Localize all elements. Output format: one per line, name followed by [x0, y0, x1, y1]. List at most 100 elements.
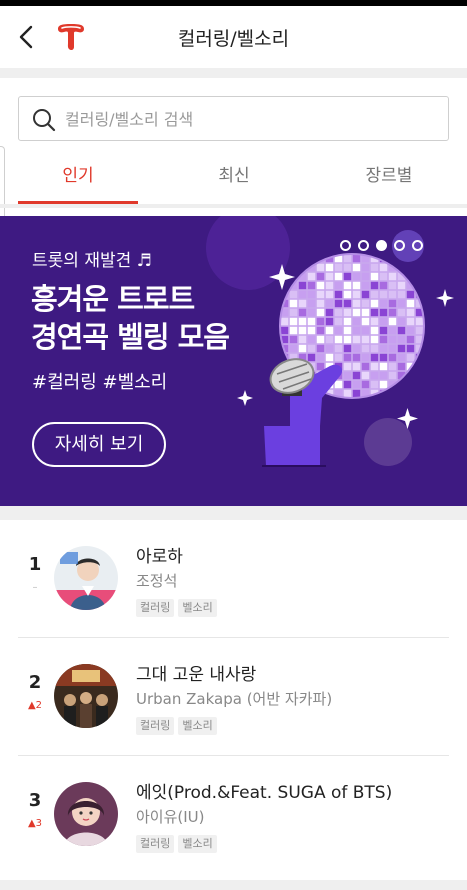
view-details-button[interactable]: 자세히 보기: [32, 422, 166, 467]
disco-ball-tile: [343, 380, 352, 389]
disco-ball-tile: [415, 317, 424, 326]
disco-ball-tile: [352, 389, 361, 398]
disco-ball-tile: [397, 299, 406, 308]
disco-ball-tile: [289, 326, 298, 335]
disco-ball-tile: [334, 308, 343, 317]
disco-ball-tile: [352, 335, 361, 344]
search-input[interactable]: [65, 105, 435, 133]
carousel-dot-active[interactable]: [376, 240, 387, 251]
disco-ball-tile: [352, 371, 361, 380]
disco-ball-tile: [334, 299, 343, 308]
disco-ball-tile: [379, 317, 388, 326]
disco-ball-tile: [406, 353, 415, 362]
disco-ball-tile: [343, 371, 352, 380]
disco-ball-tile: [361, 272, 370, 281]
search-box[interactable]: [18, 96, 449, 141]
disco-ball-tile: [388, 290, 397, 299]
tab-divider: [0, 204, 467, 208]
disco-ball-tile: [361, 353, 370, 362]
disco-ball-tile: [316, 272, 325, 281]
disco-ball-tile: [361, 299, 370, 308]
disco-ball-tile: [388, 272, 397, 281]
disco-ball-tile: [334, 290, 343, 299]
artist-name: 아이유(IU): [136, 808, 205, 826]
carousel-dot[interactable]: [358, 240, 369, 251]
disco-ball-tile: [289, 344, 298, 353]
disco-ball-tile: [406, 308, 415, 317]
header-divider: [0, 68, 467, 78]
disco-ball-tile: [379, 380, 388, 389]
disco-ball-tile: [379, 362, 388, 371]
disco-ball-tile: [370, 263, 379, 272]
disco-ball-tile: [307, 299, 316, 308]
carousel-dot[interactable]: [412, 240, 423, 251]
disco-ball-tile: [406, 290, 415, 299]
carousel-dot[interactable]: [340, 240, 351, 251]
disco-ball-tile: [316, 308, 325, 317]
disco-ball-tile: [370, 371, 379, 380]
disco-ball-tile: [334, 353, 343, 362]
disco-ball-tile: [352, 272, 361, 281]
disco-ball-tile: [415, 326, 424, 335]
tab-popular[interactable]: 인기: [18, 148, 138, 204]
disco-ball-tile: [415, 272, 424, 281]
disco-ball-tile: [406, 344, 415, 353]
disco-ball-tile: [316, 335, 325, 344]
song-title: 그대 고운 내사랑: [136, 665, 257, 685]
carousel-dot[interactable]: [394, 240, 405, 251]
promo-banner[interactable]: 트롯의 재발견 ♬ 흥겨운 트로트 경연곡 벨링 모음 #컬러링 #벨소리 자세…: [0, 216, 467, 506]
app-header: 컬러링/벨소리: [0, 6, 467, 68]
disco-ball-tile: [307, 335, 316, 344]
disco-ball-tile: [406, 263, 415, 272]
disco-ball-tile: [397, 317, 406, 326]
disco-ball-tile: [370, 362, 379, 371]
disco-ball-tile: [343, 362, 352, 371]
disco-ball-tile: [388, 344, 397, 353]
tab-genre[interactable]: 장르별: [329, 148, 449, 204]
disco-ball-tile: [379, 299, 388, 308]
disco-ball-tile: [370, 344, 379, 353]
disco-ball-tile: [325, 290, 334, 299]
song-title: 에잇(Prod.&Feat. SUGA of BTS): [136, 783, 393, 803]
badge-group: 컬러링 벨소리: [136, 596, 221, 617]
disco-ball-tile: [334, 263, 343, 272]
disco-ball-tile: [388, 389, 397, 398]
disco-ball-tile: [343, 272, 352, 281]
disco-ball-tile: [325, 335, 334, 344]
disco-ball-tile: [388, 299, 397, 308]
disco-ball-tile: [361, 290, 370, 299]
disco-ball-tile: [388, 326, 397, 335]
disco-ball-tile: [325, 308, 334, 317]
disco-ball-tile: [316, 326, 325, 335]
artist-name: Urban Zakapa (어반 자카파): [136, 690, 333, 708]
disco-ball-tile: [352, 254, 361, 263]
ringtone-badge: 벨소리: [178, 835, 217, 853]
chart-row[interactable]: 2 ▲2 그대 고운 내사랑 Urban Zakapa (어반 자카파) 컬러링…: [0, 638, 467, 756]
album-art: [54, 664, 118, 728]
chart-row[interactable]: 3 ▲3 에잇(Prod.&Feat. SUGA of BTS) 아이유(IU)…: [0, 756, 467, 874]
disco-ball-tile: [379, 353, 388, 362]
disco-ball-tile: [334, 281, 343, 290]
disco-ball-tile: [343, 263, 352, 272]
disco-ball-tile: [406, 389, 415, 398]
artist-name: 조정석: [136, 572, 178, 590]
disco-ball-tile: [334, 344, 343, 353]
disco-ball-tile: [343, 290, 352, 299]
disco-ball-tile: [379, 344, 388, 353]
disco-ball-tile: [361, 281, 370, 290]
section-divider: [0, 506, 467, 520]
disco-ball-tile: [325, 317, 334, 326]
disco-ball-tile: [352, 380, 361, 389]
chart-row[interactable]: 1 – 아로하 조정석 컬러링 벨소리: [0, 520, 467, 638]
disco-ball-tile: [352, 290, 361, 299]
disco-ball-tile: [325, 344, 334, 353]
disco-ball-tile: [361, 371, 370, 380]
disco-ball-tile: [361, 308, 370, 317]
disco-ball-tile: [379, 371, 388, 380]
song-title: 아로하: [136, 547, 183, 567]
tab-latest[interactable]: 최신: [174, 148, 294, 204]
disco-ball-tile: [397, 326, 406, 335]
album-art: [54, 546, 118, 610]
disco-ball-tile: [307, 290, 316, 299]
disco-ball-tile: [379, 326, 388, 335]
